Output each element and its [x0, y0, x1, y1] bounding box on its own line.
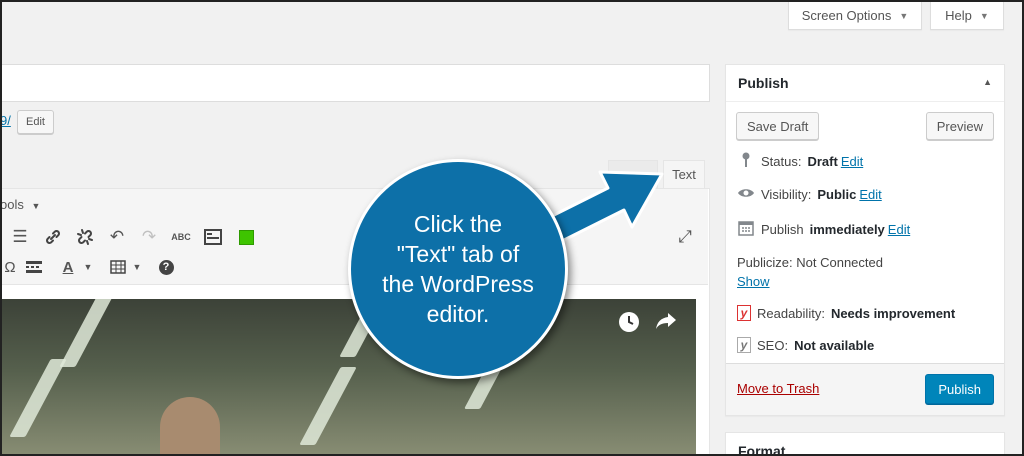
callout-line: the WordPress [382, 271, 534, 297]
callout-line: Click the [413, 211, 503, 237]
callout-line: editor. [426, 301, 490, 327]
instruction-callout: Click the "Text" tab of the WordPress ed… [348, 159, 568, 379]
callout-line: "Text" tab of [396, 241, 520, 267]
